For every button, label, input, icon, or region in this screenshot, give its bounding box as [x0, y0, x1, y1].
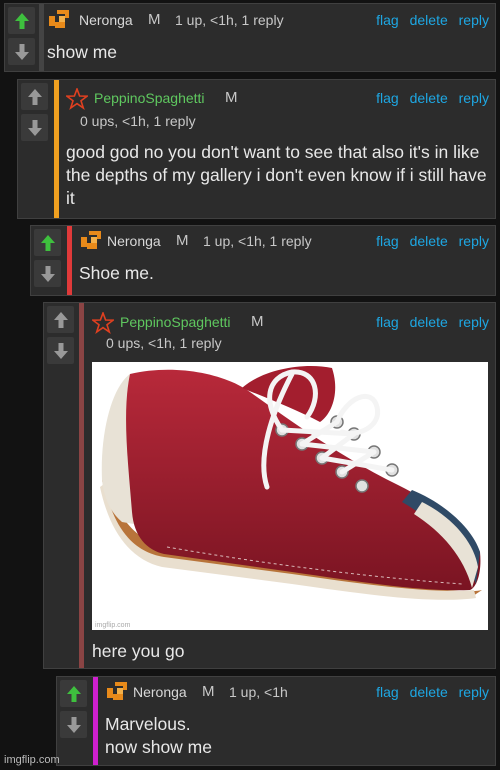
comment-text: here you go: [92, 641, 185, 661]
upvote-button[interactable]: [60, 680, 87, 707]
reply-link[interactable]: reply: [459, 684, 489, 700]
downvote-button[interactable]: [47, 337, 74, 364]
arrow-down-icon: [27, 119, 42, 136]
mod-badge: M: [251, 313, 264, 330]
comment-text: Shoe me.: [79, 263, 154, 283]
thread-bar: [39, 4, 44, 71]
vote-column: [31, 226, 65, 291]
arrow-up-icon: [40, 234, 55, 251]
delete-link[interactable]: delete: [410, 684, 448, 700]
username[interactable]: Neronga: [107, 233, 161, 249]
mod-badge: M: [202, 683, 215, 700]
upvote-button[interactable]: [47, 306, 74, 333]
username[interactable]: Neronga: [79, 12, 133, 28]
arrow-up-icon: [14, 12, 29, 29]
vote-column: [5, 4, 39, 69]
comment-1: Neronga M 1 up, <1h, 1 reply flag delete…: [4, 3, 496, 72]
star-avatar: [66, 88, 88, 110]
arrow-up-icon: [53, 311, 68, 328]
comment-text: good god no you don't want to see that a…: [66, 142, 487, 208]
mod-badge: M: [176, 232, 189, 249]
comment-stats: 0 ups, <1h, 1 reply: [80, 113, 196, 129]
image-watermark: imgflip.com: [95, 622, 131, 629]
delete-link[interactable]: delete: [410, 12, 448, 28]
upvote-button[interactable]: [8, 7, 35, 34]
downvote-button[interactable]: [8, 38, 35, 65]
mod-badge: M: [225, 89, 238, 106]
flag-link[interactable]: flag: [376, 233, 399, 249]
reply-link[interactable]: reply: [459, 90, 489, 106]
arrow-down-icon: [66, 716, 81, 733]
thread-bar: [54, 80, 59, 218]
username[interactable]: PeppinoSpaghetti: [94, 90, 205, 106]
arrow-down-icon: [53, 342, 68, 359]
upvote-button[interactable]: [34, 229, 61, 256]
reply-link[interactable]: reply: [459, 314, 489, 330]
reply-link[interactable]: reply: [459, 12, 489, 28]
flag-link[interactable]: flag: [376, 90, 399, 106]
avatar: [81, 231, 101, 249]
comment-2: PeppinoSpaghetti M flag delete reply 0 u…: [17, 79, 496, 219]
comment-stats: 1 up, <1h, 1 reply: [203, 233, 312, 249]
comment-text: show me: [47, 42, 118, 62]
reply-link[interactable]: reply: [459, 233, 489, 249]
downvote-button[interactable]: [21, 114, 48, 141]
flag-link[interactable]: flag: [376, 684, 399, 700]
avatar: [107, 682, 127, 700]
upvote-button[interactable]: [21, 83, 48, 110]
avatar: [49, 10, 69, 28]
arrow-down-icon: [14, 43, 29, 60]
delete-link[interactable]: delete: [410, 314, 448, 330]
mod-badge: M: [148, 11, 161, 28]
comment-text: Marvelous. now show me: [105, 714, 212, 757]
comment-3: Neronga M 1 up, <1h, 1 reply flag delete…: [30, 225, 496, 296]
thread-bar: [93, 677, 98, 765]
star-avatar: [92, 312, 114, 334]
vote-column: [18, 80, 52, 145]
vote-column: [57, 677, 91, 742]
arrow-up-icon: [27, 88, 42, 105]
downvote-button[interactable]: [34, 260, 61, 287]
downvote-button[interactable]: [60, 711, 87, 738]
username[interactable]: Neronga: [133, 684, 187, 700]
comment-5: Neronga M 1 up, <1h flag delete reply Ma…: [56, 676, 496, 766]
site-watermark: imgflip.com: [4, 754, 60, 766]
shoe-illustration: [100, 366, 482, 600]
thread-bar: [67, 226, 72, 295]
comment-stats: 0 ups, <1h, 1 reply: [106, 335, 222, 351]
flag-link[interactable]: flag: [376, 12, 399, 28]
delete-link[interactable]: delete: [410, 233, 448, 249]
vote-column: [44, 303, 78, 368]
comment-stats: 1 up, <1h: [229, 684, 288, 700]
arrow-up-icon: [66, 685, 81, 702]
bowling-shoe-image[interactable]: imgflip.com: [92, 362, 488, 630]
username[interactable]: PeppinoSpaghetti: [120, 314, 231, 330]
flag-link[interactable]: flag: [376, 314, 399, 330]
comment-stats: 1 up, <1h, 1 reply: [175, 12, 284, 28]
thread-bar: [79, 303, 84, 668]
arrow-down-icon: [40, 265, 55, 282]
delete-link[interactable]: delete: [410, 90, 448, 106]
